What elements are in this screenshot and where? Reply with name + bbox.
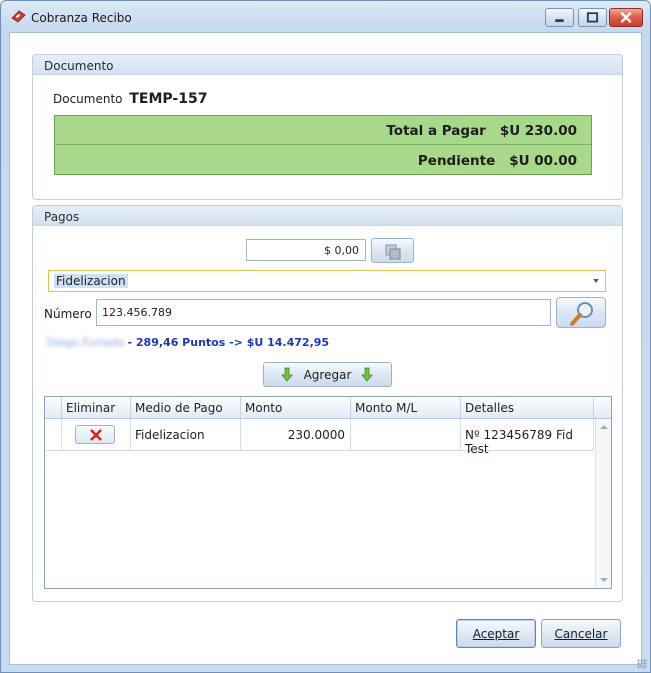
close-icon (620, 11, 632, 24)
pending-label: Pendiente (417, 153, 496, 169)
cell-detalles: Nº 123456789 Fid Test (461, 419, 594, 456)
document-line: Documento TEMP-157 (53, 91, 207, 107)
payment-method-select[interactable]: Fidelizacion (48, 270, 606, 292)
document-number: TEMP-157 (129, 91, 208, 107)
minimize-button[interactable] (545, 8, 574, 27)
payments-grid: Eliminar Medio de Pago Monto Monto M/L D… (44, 396, 612, 589)
total-row: Total a Pagar $U 230.00 (55, 116, 591, 145)
resize-grip-icon[interactable] (637, 659, 647, 669)
amount-input[interactable]: $ 0,00 (246, 239, 366, 261)
minimize-icon (555, 19, 564, 23)
points-text: - 289,46 Puntos -> $U 14.472,95 (127, 336, 330, 349)
header-detalles[interactable]: Detalles (461, 397, 594, 419)
pending-value: $U 00.00 (509, 153, 577, 169)
pagos-group: Pagos $ 0,00 Fidelizacion Número 123.456… (32, 205, 623, 602)
totals-panel: Total a Pagar $U 230.00 Pendiente $U 00.00 (54, 115, 592, 175)
grid-header: Eliminar Medio de Pago Monto Monto M/L D… (45, 397, 611, 419)
grid-scrollbar[interactable] (595, 419, 611, 588)
scroll-up-icon[interactable] (600, 425, 608, 429)
copy-amount-button[interactable] (371, 238, 414, 263)
cell-medio: Fidelizacion (131, 419, 241, 451)
numero-label: Número (44, 307, 92, 321)
total-value: $U 230.00 (499, 123, 577, 139)
header-monto-ml[interactable]: Monto M/L (351, 397, 461, 419)
pending-row: Pendiente $U 00.00 (55, 146, 591, 175)
arrow-down-icon (361, 367, 373, 382)
customer-name: Diego Furtado (47, 336, 125, 349)
window-title: Cobranza Recibo (31, 11, 132, 25)
cell-monto: 230.0000 (241, 419, 351, 451)
total-label: Total a Pagar (386, 123, 486, 139)
documento-group-header: Documento (33, 55, 622, 75)
add-button-label: Agregar (303, 368, 352, 382)
close-button[interactable] (609, 8, 643, 27)
table-row[interactable]: Fidelizacion 230.0000 Nº 123456789 Fid T… (45, 419, 594, 456)
title-bar[interactable]: Cobranza Recibo (1, 1, 650, 31)
accept-button[interactable]: Aceptar (456, 619, 536, 648)
header-medio-de-pago[interactable]: Medio de Pago (131, 397, 241, 419)
cell-monto-ml (351, 419, 461, 451)
search-button[interactable] (556, 297, 606, 328)
receipt-icon (11, 10, 26, 23)
arrow-down-icon (281, 367, 293, 382)
red-x-icon (90, 429, 102, 441)
add-button[interactable]: Agregar (263, 362, 392, 387)
numero-input[interactable]: 123.456.789 (96, 299, 551, 326)
delete-row-button[interactable] (75, 425, 115, 444)
payment-method-value: Fidelizacion (54, 274, 128, 288)
pagos-group-header: Pagos (33, 206, 622, 226)
copy-icon (385, 244, 401, 260)
scroll-down-icon[interactable] (600, 578, 608, 582)
header-eliminar[interactable]: Eliminar (62, 397, 131, 419)
document-label: Documento (53, 92, 123, 106)
app-window: Cobranza Recibo Documento Documento TEMP… (0, 0, 651, 673)
documento-group: Documento Documento TEMP-157 Total a Pag… (32, 54, 623, 200)
points-info: Diego Furtado - 289,46 Puntos -> $U 14.47… (47, 336, 329, 349)
delete-cell (62, 419, 131, 451)
dialog-body: Documento Documento TEMP-157 Total a Pag… (9, 32, 642, 665)
row-indicator-header (45, 397, 62, 419)
chevron-down-icon (593, 279, 599, 283)
magnifier-icon (570, 302, 593, 326)
maximize-icon (586, 12, 599, 23)
maximize-button[interactable] (578, 8, 607, 27)
cancel-button[interactable]: Cancelar (541, 619, 621, 648)
header-monto[interactable]: Monto (241, 397, 351, 419)
row-indicator (45, 419, 62, 451)
